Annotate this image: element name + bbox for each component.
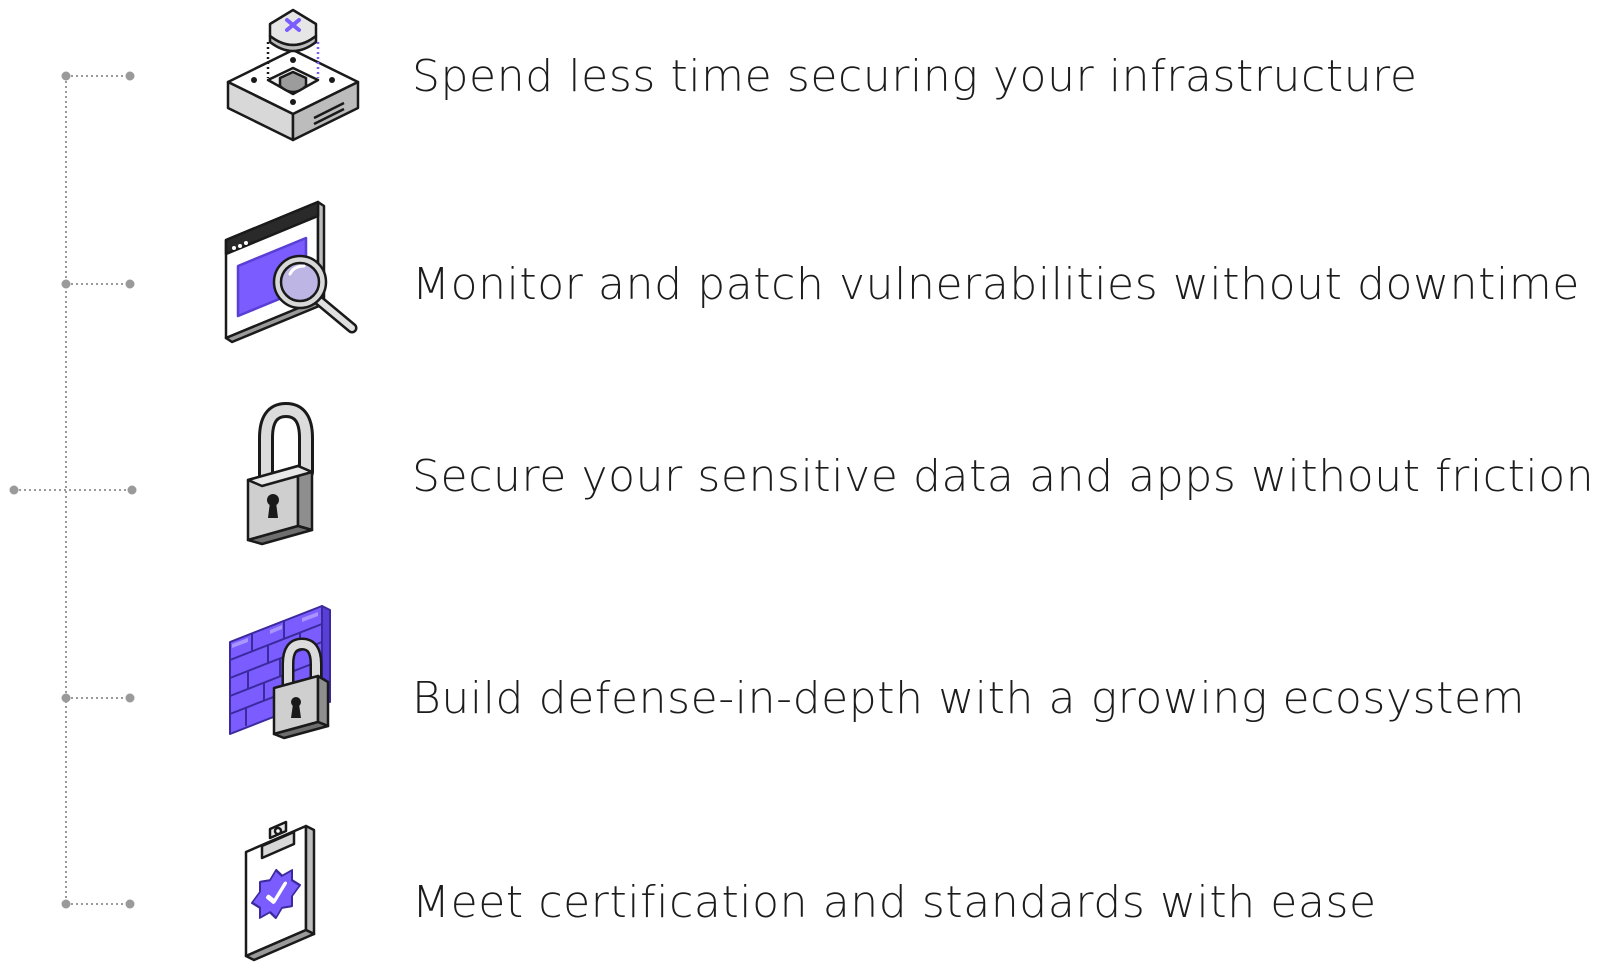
feature-row-certification: Meet certification and standards with ea… [0, 808, 1617, 968]
feature-label: Build defense-in-depth with a growing ec… [412, 673, 1526, 724]
feature-label: Spend less time securing your infrastruc… [412, 51, 1418, 102]
feature-label: Meet certification and standards with ea… [412, 877, 1377, 928]
firewall-lock-icon [218, 602, 368, 752]
feature-row-vulnerabilities: Monitor and patch vulnerabilities withou… [0, 200, 1617, 360]
shield-server-icon [218, 2, 368, 152]
feature-row-sensitive-data: Secure your sensitive data and apps with… [0, 400, 1617, 560]
clipboard-badge-icon [218, 812, 368, 962]
padlock-icon [218, 402, 368, 552]
feature-row-ecosystem: Build defense-in-depth with a growing ec… [0, 602, 1617, 762]
browser-magnifier-icon [218, 200, 368, 350]
feature-row-infrastructure: Spend less time securing your infrastruc… [0, 0, 1617, 160]
feature-label: Monitor and patch vulnerabilities withou… [412, 259, 1580, 310]
feature-label: Secure your sensitive data and apps with… [412, 451, 1595, 502]
